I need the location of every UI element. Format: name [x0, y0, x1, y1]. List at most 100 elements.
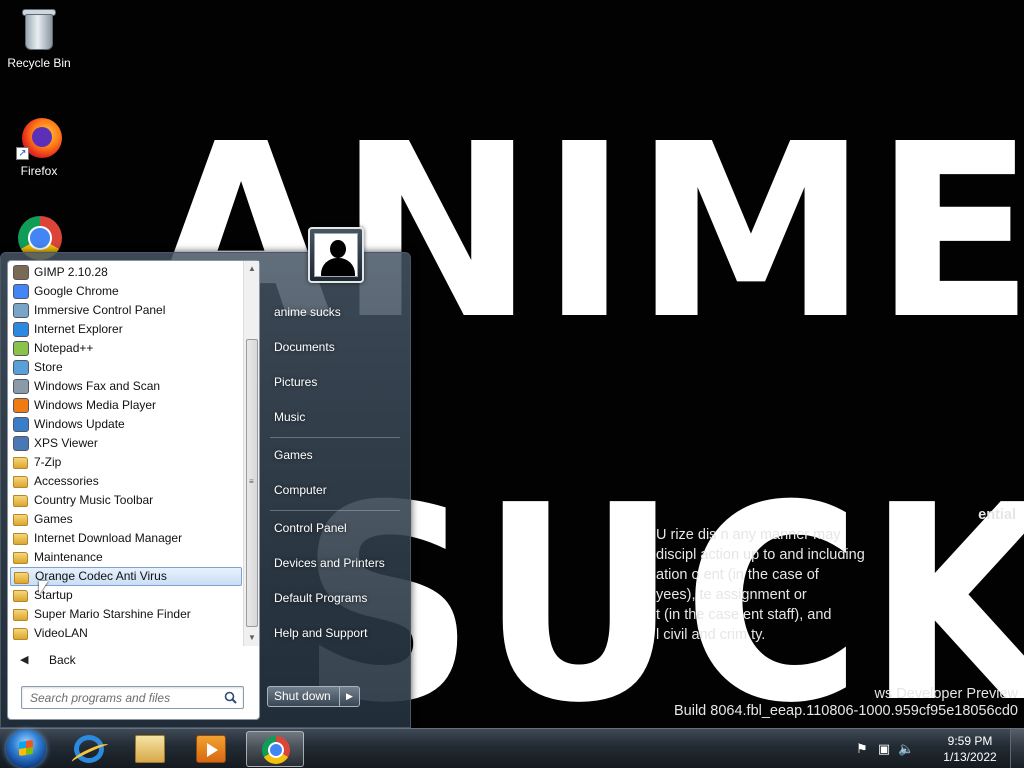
program-label: Google Chrome	[34, 284, 119, 298]
program-label: Store	[34, 360, 63, 374]
build-number: Build 8064.fbl_eeap.110806-1000.959cf95e…	[673, 703, 1018, 719]
watermark-line: ation o ent (in the case of	[656, 567, 819, 583]
shutdown-button[interactable]: Shut down ▶	[267, 686, 360, 707]
folder-icon	[14, 572, 29, 584]
program-label: Internet Download Manager	[34, 531, 183, 545]
scrollbar-thumb[interactable]: ≡	[246, 339, 258, 627]
devices-printers-link[interactable]: Devices and Printers	[262, 549, 402, 577]
user-account-picture[interactable]	[308, 227, 364, 283]
control-panel-link[interactable]: Control Panel	[262, 514, 402, 542]
taskbar-windows-explorer[interactable]	[121, 731, 179, 767]
program-item[interactable]: Accessories	[10, 472, 242, 491]
back-button[interactable]: ◀ Back	[12, 649, 252, 671]
program-item[interactable]: Notepad++	[10, 339, 242, 358]
program-label: VideoLAN	[34, 626, 88, 640]
start-button[interactable]	[6, 730, 46, 768]
program-item[interactable]: Windows Fax and Scan	[10, 377, 242, 396]
watermark-line: l civil and crim ty.	[656, 627, 766, 643]
program-label: Windows Update	[34, 417, 125, 431]
pictures-link[interactable]: Pictures	[262, 368, 402, 396]
start-menu-programs-pane: GIMP 2.10.28 Google Chrome Immersive Contr…	[7, 260, 260, 720]
program-item[interactable]: Maintenance	[10, 548, 242, 567]
program-item[interactable]: 7-Zip	[10, 453, 242, 472]
games-link[interactable]: Games	[262, 441, 402, 469]
media-player-icon	[13, 398, 29, 413]
programs-scrollbar[interactable]: ▲ ≡ ▼	[243, 261, 259, 646]
program-label: Internet Explorer	[34, 322, 123, 336]
program-item[interactable]: Windows Media Player	[10, 396, 242, 415]
watermark-line: yees), te assignment or	[656, 587, 807, 603]
volume-icon[interactable]: 🔈	[898, 741, 914, 757]
show-desktop-button[interactable]	[1010, 729, 1024, 768]
default-programs-link[interactable]: Default Programs	[262, 584, 402, 612]
desktop-icon-label: Recycle Bin	[7, 56, 71, 70]
scroll-up-arrow-icon[interactable]: ▲	[244, 261, 260, 277]
shortcut-arrow-icon: ↗	[16, 147, 29, 160]
help-support-link[interactable]: Help and Support	[262, 619, 402, 647]
program-item[interactable]: GIMP 2.10.28	[10, 263, 242, 282]
taskbar-media-player[interactable]	[182, 731, 240, 767]
desktop-icon-firefox[interactable]: ↗ Firefox	[1, 114, 77, 178]
taskbar-clock[interactable]: 9:59 PM 1/13/2022	[938, 733, 1002, 765]
watermark-line: t (in the case ent staff), and	[656, 607, 832, 623]
desktop-icon-label: Firefox	[20, 164, 58, 178]
media-player-icon	[196, 735, 226, 763]
xps-viewer-icon	[13, 436, 29, 451]
windows-update-icon	[13, 417, 29, 432]
shutdown-options-arrow-icon[interactable]: ▶	[339, 687, 359, 706]
search-programs-box[interactable]	[21, 686, 244, 709]
program-label: Orange Codec Anti Virus	[35, 569, 167, 583]
build-info: ws Developer Preview Build 8064.fbl_eeap…	[674, 686, 1018, 720]
evaluation-watermark: ential U rize dis n any manner may disci…	[656, 505, 1016, 645]
user-folder-link[interactable]: anime sucks	[262, 298, 402, 326]
folder-icon	[13, 590, 28, 602]
program-label: Immersive Control Panel	[34, 303, 166, 317]
taskbar-internet-explorer[interactable]	[60, 731, 118, 767]
folder-library-icon	[135, 735, 165, 763]
computer-link[interactable]: Computer	[262, 476, 402, 504]
folder-icon	[13, 514, 28, 526]
watermark-line: discipl action up to and including	[656, 547, 865, 563]
folder-icon	[13, 628, 28, 640]
internet-explorer-icon	[13, 322, 29, 337]
search-input[interactable]	[22, 687, 217, 708]
scroll-down-arrow-icon[interactable]: ▼	[244, 630, 260, 646]
program-item[interactable]: Internet Download Manager	[10, 529, 242, 548]
program-label: Notepad++	[34, 341, 94, 355]
program-item[interactable]: Google Chrome	[10, 282, 242, 301]
music-link[interactable]: Music	[262, 403, 402, 431]
program-label: Windows Fax and Scan	[34, 379, 161, 393]
folder-icon	[13, 533, 28, 545]
control-panel-icon	[13, 303, 29, 318]
program-label: Accessories	[34, 474, 99, 488]
desktop-icon-recycle-bin[interactable]: Recycle Bin	[1, 6, 77, 70]
program-label: Country Music Toolbar	[34, 493, 154, 507]
program-item[interactable]: Internet Explorer	[10, 320, 242, 339]
gimp-icon	[13, 265, 29, 280]
program-item[interactable]: XPS Viewer	[10, 434, 242, 453]
fax-scan-icon	[13, 379, 29, 394]
chrome-icon	[13, 284, 29, 299]
recycle-bin-icon	[16, 6, 62, 52]
search-icon[interactable]	[224, 691, 237, 704]
program-item[interactable]: Immersive Control Panel	[10, 301, 242, 320]
program-label: XPS Viewer	[34, 436, 98, 450]
taskbar-chrome[interactable]	[246, 731, 304, 767]
user-avatar-icon	[314, 233, 358, 277]
program-item[interactable]: Store	[10, 358, 242, 377]
internet-explorer-icon	[74, 735, 104, 763]
program-item[interactable]: Games	[10, 510, 242, 529]
action-center-flag-icon[interactable]: ⚑	[854, 741, 870, 757]
program-item[interactable]: Windows Update	[10, 415, 242, 434]
program-item[interactable]: Country Music Toolbar	[10, 491, 242, 510]
taskbar: ⚑ ▣ 🔈 9:59 PM 1/13/2022	[0, 728, 1024, 768]
clock-time: 9:59 PM	[947, 734, 993, 748]
firefox-icon: ↗	[16, 114, 62, 160]
folder-icon	[13, 457, 28, 469]
program-item[interactable]: Super Mario Starshine Finder	[10, 605, 242, 624]
program-item[interactable]: VideoLAN	[10, 624, 242, 643]
back-arrow-icon: ◀	[20, 654, 29, 666]
network-icon[interactable]: ▣	[876, 741, 892, 757]
watermark-line: U rize dis n any manner may	[656, 527, 841, 543]
documents-link[interactable]: Documents	[262, 333, 402, 361]
